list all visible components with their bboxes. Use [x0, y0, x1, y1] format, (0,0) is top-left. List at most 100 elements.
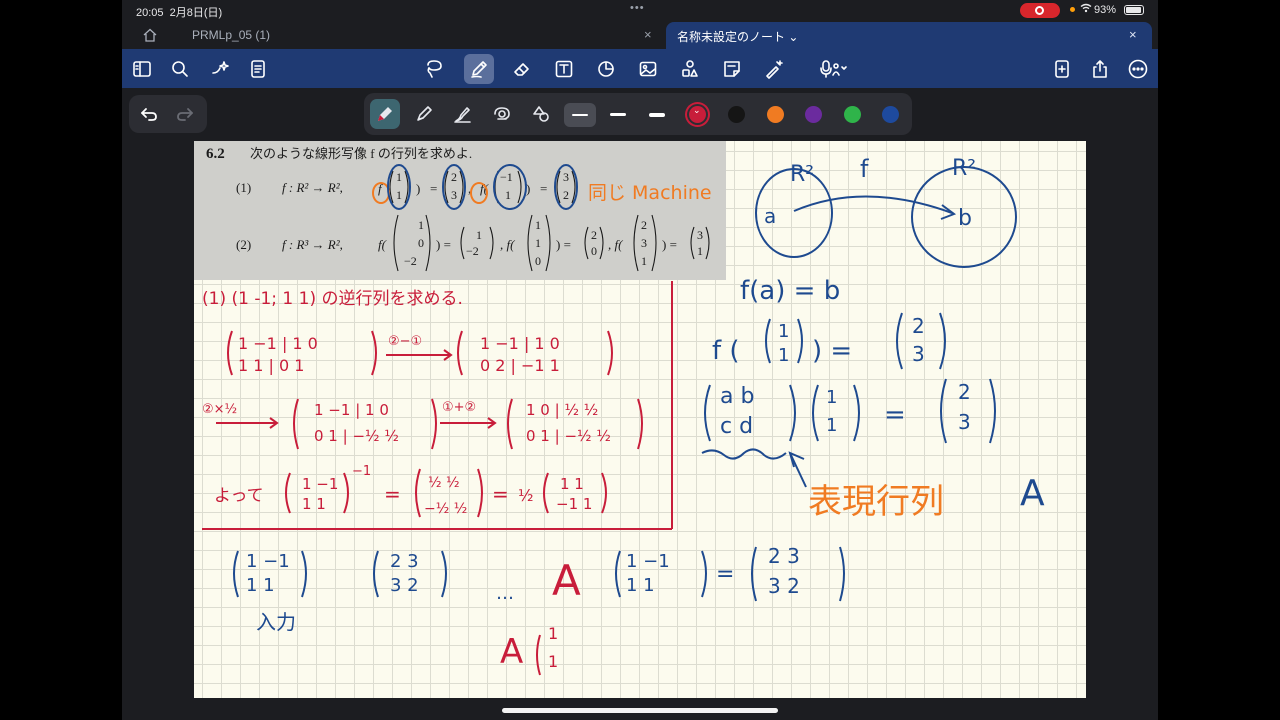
svg-text:0 1 | −½ ½: 0 1 | −½ ½: [526, 427, 611, 445]
bottom-working: 1 −1 1 1 入力 2 3 3 2 … A 1 −1 1 1 = 2 3 3…: [233, 544, 845, 676]
svg-text:2: 2: [958, 380, 971, 404]
image-icon[interactable]: [636, 57, 660, 81]
input-label: 入力: [256, 610, 296, 634]
more-icon[interactable]: [1126, 57, 1150, 81]
svg-text:c d: c d: [720, 414, 753, 439]
document-icon[interactable]: [246, 57, 270, 81]
shapes-icon[interactable]: [594, 57, 618, 81]
multitasking-dots[interactable]: •••: [630, 2, 645, 14]
ballpoint-pen-icon[interactable]: [409, 99, 439, 129]
svg-text:0 2 | −1 1: 0 2 | −1 1: [480, 356, 560, 375]
svg-text:よって: よって: [214, 486, 264, 506]
svg-text:1 1 | 0 1: 1 1 | 0 1: [238, 356, 304, 375]
red-inverse-working: (1) (1 -1; 1 1) の逆行列を求める. 1 −1 | 1 0 1 1…: [202, 281, 673, 530]
svg-text:f: f: [860, 155, 869, 183]
tab-prml-label: PRMLp_05 (1): [192, 28, 271, 42]
svg-text:1 1: 1 1: [302, 495, 326, 513]
undo-icon[interactable]: [139, 104, 159, 124]
battery-percentage: 93%: [1094, 4, 1117, 16]
color-swatch-blue[interactable]: [882, 106, 899, 123]
wifi-icon: [1080, 3, 1092, 16]
svg-text:3 2: 3 2: [390, 575, 419, 596]
svg-text:=: =: [492, 482, 509, 506]
svg-text:1: 1: [548, 624, 558, 643]
svg-text:1 −1 | 1 0: 1 −1 | 1 0: [238, 334, 318, 353]
svg-text:2 3: 2 3: [390, 551, 419, 572]
sidebar-icon[interactable]: [130, 57, 154, 81]
tab-prml[interactable]: PRMLp_05 (1) ×: [178, 22, 662, 49]
highlighter-icon[interactable]: [487, 99, 517, 129]
svg-text:1 1: 1 1: [246, 575, 275, 596]
svg-text:−½ ½: −½ ½: [424, 501, 467, 517]
svg-text:A: A: [500, 632, 523, 672]
shape-pen-icon[interactable]: [526, 99, 556, 129]
add-page-icon[interactable]: [1050, 57, 1074, 81]
tab-untitled-note-label: 名称未設定のノート ⌄: [677, 30, 799, 44]
home-icon[interactable]: [142, 27, 162, 45]
svg-text:=: =: [884, 400, 906, 430]
matrix-A-blue: A: [1020, 473, 1045, 514]
close-icon[interactable]: ×: [644, 27, 652, 42]
magic-icon[interactable]: [762, 57, 786, 81]
tab-untitled-note[interactable]: 名称未設定のノート ⌄ ×: [666, 22, 1152, 49]
lasso-icon[interactable]: [422, 57, 446, 81]
note-page[interactable]: 6.2 次のような線形写像 f の行列を求めよ. (1) f : R² → R²…: [194, 141, 1086, 698]
svg-text:1 −1: 1 −1: [302, 475, 338, 493]
stroke-width-thin[interactable]: [564, 103, 596, 127]
close-icon[interactable]: ×: [1129, 27, 1137, 42]
color-swatch-purple[interactable]: [805, 106, 822, 123]
svg-text:−1: −1: [352, 464, 371, 479]
ink-layer[interactable]: 同じ Machine (1) (1 -1; 1 1) の逆行列を求める. 1 −…: [194, 141, 1086, 698]
textbox-icon[interactable]: [552, 57, 576, 81]
screen-recording-icon[interactable]: [1020, 3, 1060, 18]
svg-text:R²: R²: [790, 162, 814, 187]
stroke-width-medium[interactable]: [602, 103, 634, 127]
svg-text:) =: ) =: [812, 336, 852, 366]
svg-text:1 1: 1 1: [560, 475, 584, 493]
svg-text:1 −1: 1 −1: [246, 551, 290, 572]
mic-indicator-icon: [1070, 7, 1075, 12]
color-swatch-red[interactable]: [689, 105, 706, 123]
tab-bar: PRMLp_05 (1) × 名称未設定のノート ⌄ ×: [122, 22, 1158, 49]
svg-text:1 1: 1 1: [626, 575, 655, 596]
fountain-pen-icon[interactable]: [370, 99, 400, 129]
color-swatch-black[interactable]: [728, 106, 745, 123]
svg-text:②×½: ②×½: [202, 402, 237, 417]
stroke-width-thick[interactable]: [641, 103, 673, 127]
mapping-diagram: R² R² f a b f(a) = b f ( 1 1 ) = 2 3 a b…: [701, 155, 1045, 514]
microphone-icon[interactable]: [814, 57, 854, 81]
pen-tool-icon[interactable]: [464, 54, 494, 84]
pen-options-toolbar: [122, 88, 1158, 140]
search-icon[interactable]: [168, 57, 192, 81]
note-icon[interactable]: [720, 57, 744, 81]
ipad-screen: 20:05 2月8日(日) ••• 93% PRMLp_05 (1) × 名称未…: [122, 0, 1158, 720]
same-machine-note: 同じ Machine: [588, 182, 712, 204]
svg-text:½ ½: ½ ½: [428, 475, 460, 491]
inverse-heading: (1) (1 -1; 1 1) の逆行列を求める.: [202, 289, 463, 309]
svg-text:R²: R²: [952, 156, 976, 181]
color-swatch-green[interactable]: [844, 106, 861, 123]
home-indicator[interactable]: [502, 708, 778, 713]
svg-text:1 −1 | 1 0: 1 −1 | 1 0: [314, 401, 389, 419]
svg-text:3 2: 3 2: [768, 574, 800, 598]
main-toolbar: [122, 49, 1158, 88]
svg-text:2: 2: [912, 314, 925, 338]
svg-text:f (: f (: [712, 336, 740, 366]
brush-pen-icon[interactable]: [448, 99, 478, 129]
svg-text:3: 3: [958, 410, 971, 434]
svg-text:½: ½: [518, 486, 534, 505]
svg-text:−1 1: −1 1: [556, 495, 592, 513]
stickers-icon[interactable]: [678, 57, 702, 81]
svg-text:=: =: [384, 482, 401, 506]
svg-text:1: 1: [778, 345, 789, 366]
svg-text:=: =: [716, 562, 734, 587]
color-swatch-orange[interactable]: [767, 106, 784, 123]
svg-text:1 −1 | 1 0: 1 −1 | 1 0: [480, 334, 560, 353]
share-icon[interactable]: [1088, 57, 1112, 81]
redo-icon[interactable]: [175, 104, 195, 124]
svg-text:1: 1: [778, 321, 789, 342]
matrix-A-red: A: [552, 556, 581, 605]
sparkle-icon[interactable]: [208, 57, 232, 81]
eraser-icon[interactable]: [510, 57, 534, 81]
svg-text:a b: a b: [720, 384, 754, 409]
